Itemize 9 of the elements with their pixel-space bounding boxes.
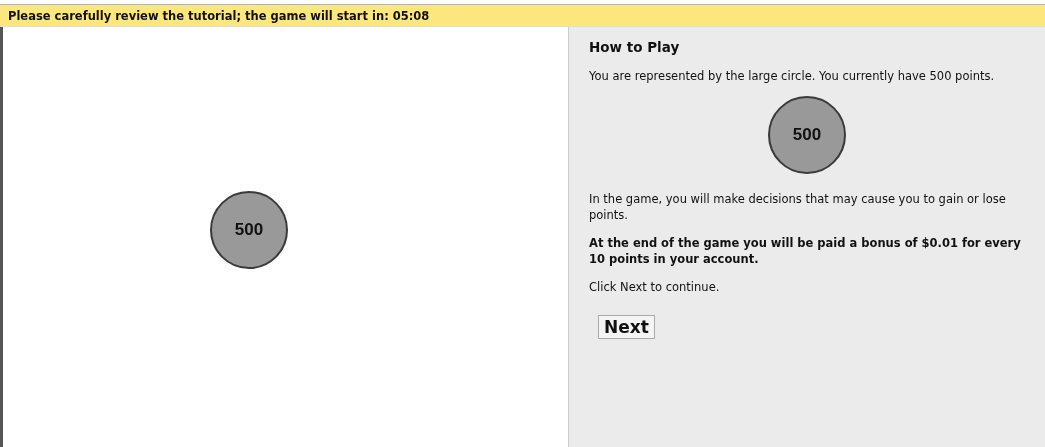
bonus-paragraph: At the end of the game you will be paid a bonus of $0.01 for every 10 points in your account. — [589, 235, 1022, 267]
instruction-paragraph: In the game, you will make decisions that may cause you to gain or lose points. — [589, 191, 1007, 223]
instruction-paragraph: Click Next to continue. — [589, 279, 721, 295]
countdown-banner: Please carefully review the tutorial; the game will start in: 05:08 — [0, 4, 1045, 27]
panel-title: How to Play — [589, 39, 681, 55]
example-circle: 500 — [768, 96, 846, 174]
instruction-paragraph: You are represented by the large circle. You currently have 500 points. — [589, 68, 996, 84]
next-button[interactable]: Next — [598, 315, 655, 339]
player-circle: 500 — [210, 191, 288, 269]
